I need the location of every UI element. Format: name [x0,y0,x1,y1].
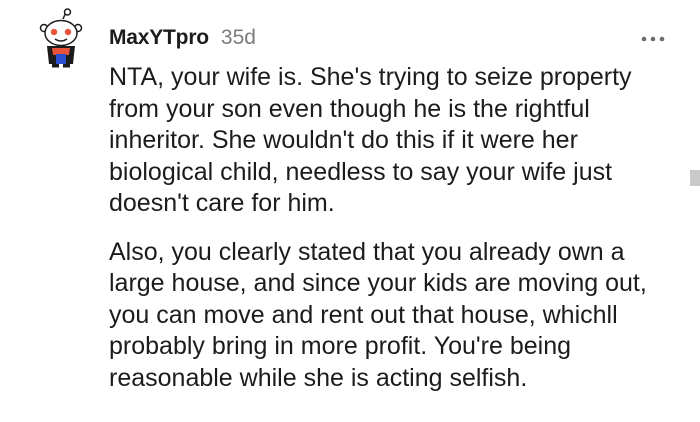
comment-body: NTA, your wife is. She's trying to seize… [109,62,681,394]
username-link[interactable]: MaxYTpro [109,26,209,50]
comment-paragraph: Also, you clearly stated that you alread… [109,237,647,392]
comment-header: MaxYTpro 35d [109,26,256,50]
user-avatar[interactable] [38,8,84,68]
snoo-avatar-icon [39,8,83,68]
comment: MaxYTpro 35d NTA, your wife is. She's tr… [0,0,700,422]
more-options-icon [641,36,665,42]
comment-timestamp: 35d [220,26,256,49]
comment-paragraph: NTA, your wife is. She's trying to seize… [109,63,632,217]
more-options-button[interactable] [636,28,670,50]
scrollbar-thumb[interactable] [690,170,700,186]
